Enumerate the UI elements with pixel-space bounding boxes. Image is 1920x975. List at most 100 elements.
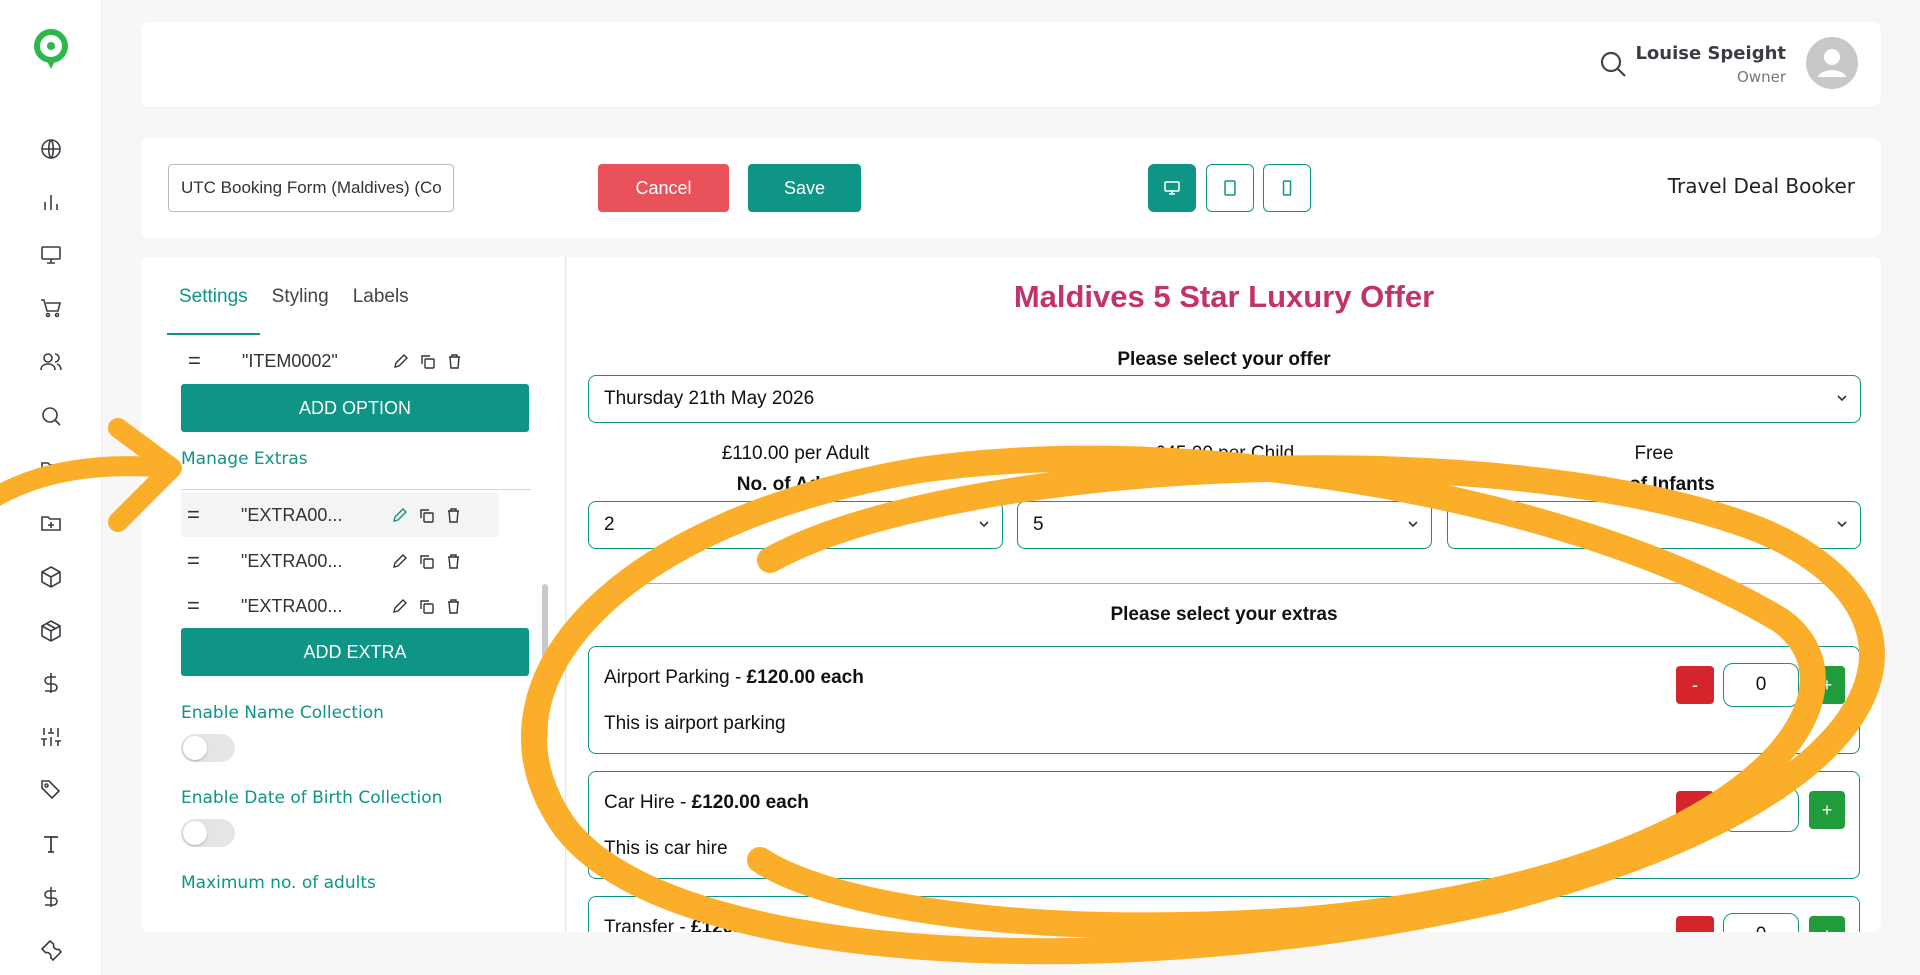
desktop-icon bbox=[1164, 181, 1180, 195]
delete-icon[interactable] bbox=[446, 353, 463, 370]
panel-scrollbar[interactable] bbox=[542, 584, 548, 739]
extra-row-label: "EXTRA00... bbox=[241, 504, 343, 525]
copy-icon[interactable] bbox=[418, 507, 435, 524]
desktop-view-button[interactable] bbox=[1148, 164, 1196, 212]
folder-plus-icon[interactable] bbox=[38, 510, 64, 536]
edit-icon[interactable] bbox=[392, 353, 409, 370]
top-bar: Louise Speight Owner bbox=[141, 22, 1881, 107]
copy-icon[interactable] bbox=[418, 553, 435, 570]
mobile-icon bbox=[1282, 180, 1292, 196]
delete-icon[interactable] bbox=[445, 553, 462, 570]
search-nav-icon[interactable] bbox=[38, 403, 64, 429]
monitor-icon[interactable] bbox=[38, 242, 64, 268]
add-option-button[interactable]: ADD OPTION bbox=[181, 384, 529, 432]
extra-card: Transfer - £120.00 each - + bbox=[588, 896, 1860, 932]
tab-styling[interactable]: Styling bbox=[260, 287, 341, 323]
bar-chart-icon[interactable] bbox=[38, 189, 64, 215]
cart-icon[interactable] bbox=[38, 295, 64, 321]
extra-price: £120.00 each bbox=[746, 667, 864, 688]
icon-rail bbox=[0, 0, 102, 975]
extra-price: £120.00 each bbox=[691, 792, 809, 813]
decrease-button[interactable]: - bbox=[1676, 666, 1714, 704]
copy-icon[interactable] bbox=[418, 598, 435, 615]
manage-extras-label: Manage Extras bbox=[181, 449, 308, 469]
edit-icon[interactable] bbox=[391, 553, 408, 570]
enable-dob-toggle[interactable] bbox=[181, 819, 235, 847]
tab-labels[interactable]: Labels bbox=[341, 287, 421, 323]
settings-panel: Settings Styling Labels = "ITEM0002" ADD… bbox=[141, 257, 566, 932]
drag-handle-icon[interactable]: = bbox=[181, 548, 241, 574]
offer-select-value: Thursday 21th May 2026 bbox=[604, 388, 815, 409]
drag-handle-icon[interactable]: = bbox=[181, 593, 241, 619]
cube-icon[interactable] bbox=[38, 564, 64, 590]
infant-label: No. of Infants bbox=[1593, 474, 1715, 495]
divider bbox=[608, 583, 1840, 584]
users-icon[interactable] bbox=[38, 349, 64, 375]
tag-icon[interactable] bbox=[38, 777, 64, 803]
add-extra-button[interactable]: ADD EXTRA bbox=[181, 628, 529, 676]
quantity-input[interactable] bbox=[1723, 788, 1799, 832]
extra-title: Car Hire - £120.00 each bbox=[604, 792, 809, 814]
delete-icon[interactable] bbox=[445, 598, 462, 615]
children-select[interactable]: 5 bbox=[1017, 501, 1432, 549]
extra-title: Transfer - £120.00 each bbox=[604, 917, 808, 932]
infants-select[interactable] bbox=[1447, 501, 1861, 549]
save-button[interactable]: Save bbox=[748, 164, 861, 212]
increase-button[interactable]: + bbox=[1809, 916, 1845, 932]
settings-tabs: Settings Styling Labels bbox=[167, 287, 421, 335]
increase-button[interactable]: + bbox=[1809, 791, 1845, 829]
enable-name-label: Enable Name Collection bbox=[181, 703, 384, 723]
extra-name: Airport Parking - bbox=[604, 667, 747, 688]
divider bbox=[181, 489, 531, 490]
dollar-icon[interactable] bbox=[38, 670, 64, 696]
extra-name: Car Hire - bbox=[604, 792, 692, 813]
dollar-alt-icon[interactable] bbox=[38, 884, 64, 910]
increase-button[interactable]: + bbox=[1809, 666, 1845, 704]
edit-icon[interactable] bbox=[391, 598, 408, 615]
child-price: £45.00 per Child bbox=[1154, 443, 1295, 464]
quantity-input[interactable] bbox=[1723, 913, 1799, 932]
folder-icon[interactable] bbox=[38, 456, 64, 482]
extra-card: Car Hire - £120.00 each This is car hire… bbox=[588, 771, 1860, 879]
extra-title: Airport Parking - £120.00 each bbox=[604, 667, 864, 689]
children-select-value: 5 bbox=[1033, 514, 1044, 535]
edit-icon[interactable] bbox=[391, 507, 408, 524]
max-adults-label: Maximum no. of adults bbox=[181, 873, 376, 893]
user-name: Louise Speight bbox=[1635, 43, 1786, 64]
option-row[interactable]: = "ITEM0002" bbox=[182, 339, 500, 383]
cancel-button[interactable]: Cancel bbox=[598, 164, 729, 212]
extras-prompt: Please select your extras bbox=[1110, 604, 1338, 625]
extra-price: £120.00 each bbox=[690, 917, 809, 932]
text-icon[interactable] bbox=[38, 831, 64, 857]
delete-icon[interactable] bbox=[445, 507, 462, 524]
copy-icon[interactable] bbox=[419, 353, 436, 370]
drag-handle-icon[interactable]: = bbox=[182, 348, 242, 374]
adult-price: £110.00 per Adult bbox=[721, 443, 870, 464]
package-icon[interactable] bbox=[38, 618, 64, 644]
wrench-icon[interactable] bbox=[38, 937, 64, 963]
tablet-view-button[interactable] bbox=[1206, 164, 1254, 212]
user-role: Owner bbox=[1737, 68, 1786, 86]
extra-row[interactable]: = "EXTRA00... bbox=[181, 493, 499, 537]
decrease-button[interactable]: - bbox=[1676, 916, 1714, 932]
globe-icon[interactable] bbox=[38, 136, 64, 162]
quantity-input[interactable] bbox=[1723, 663, 1799, 707]
offer-prompt: Please select your offer bbox=[1117, 349, 1331, 370]
extra-row[interactable]: = "EXTRA00... bbox=[181, 539, 499, 583]
avatar[interactable] bbox=[1806, 37, 1858, 89]
extra-row[interactable]: = "EXTRA00... bbox=[181, 584, 499, 628]
chevron-down-icon bbox=[1408, 521, 1418, 528]
mobile-view-button[interactable] bbox=[1263, 164, 1311, 212]
offer-select[interactable]: Thursday 21th May 2026 bbox=[588, 375, 1861, 423]
extra-card: Airport Parking - £120.00 each This is a… bbox=[588, 646, 1860, 754]
tab-settings[interactable]: Settings bbox=[167, 287, 260, 335]
infant-price: Free bbox=[1634, 443, 1674, 464]
app-logo[interactable] bbox=[32, 28, 70, 70]
adults-select[interactable]: 2 bbox=[588, 501, 1003, 549]
search-icon[interactable] bbox=[1598, 49, 1628, 79]
enable-name-toggle[interactable] bbox=[181, 734, 235, 762]
drag-handle-icon[interactable]: = bbox=[181, 502, 241, 528]
sliders-icon[interactable] bbox=[38, 724, 64, 750]
form-name-input[interactable] bbox=[168, 164, 454, 212]
decrease-button[interactable]: - bbox=[1676, 791, 1714, 829]
